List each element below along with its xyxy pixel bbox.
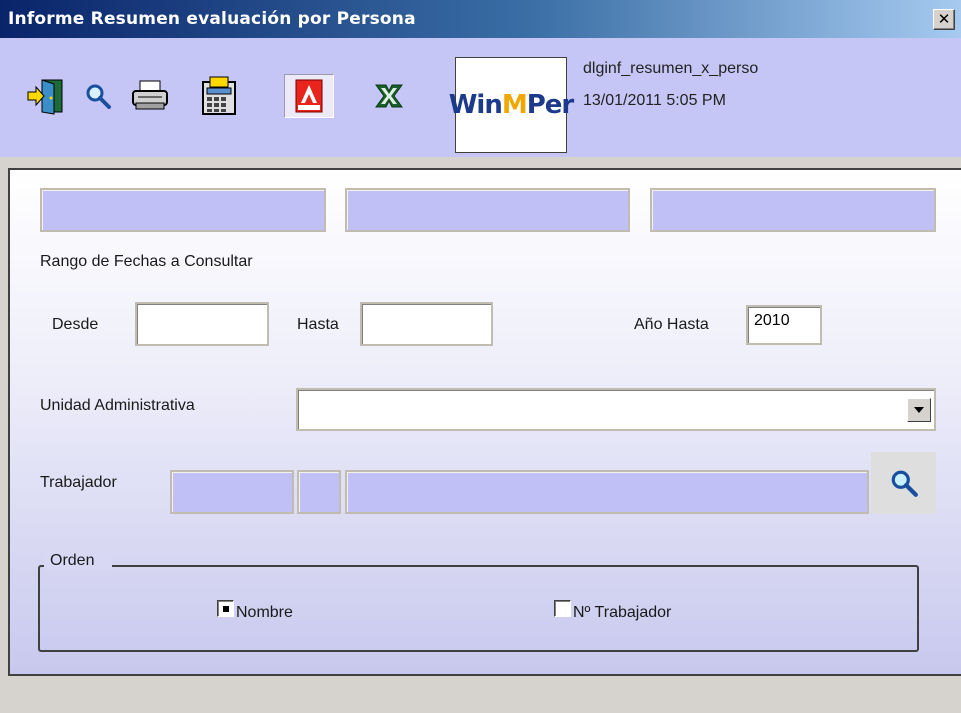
header-field-2 (345, 188, 630, 232)
search-icon[interactable] (80, 74, 116, 118)
header-field-1 (40, 188, 326, 232)
search-trabajador-button[interactable] (871, 452, 936, 514)
excel-icon[interactable] (370, 74, 408, 118)
desde-label: Desde (52, 316, 99, 333)
anio-hasta-label: Año Hasta (634, 316, 709, 333)
radio-selected-dot (223, 606, 229, 612)
adobe-pdf-icon[interactable] (284, 74, 334, 118)
date-range-label: Rango de Fechas a Consultar (40, 253, 253, 270)
logo-text-win: Win (448, 90, 503, 120)
printer-icon[interactable] (126, 74, 174, 118)
anio-hasta-input[interactable]: 2010 (746, 305, 822, 345)
logo-text-m: M (501, 90, 528, 120)
radio-nombre[interactable] (217, 600, 234, 617)
trabajador-label: Trabajador (40, 474, 117, 491)
header-field-3 (650, 188, 936, 232)
desde-input[interactable] (135, 302, 269, 346)
close-icon: ✕ (937, 10, 951, 28)
radio-numero-trabajador-label[interactable]: Nº Trabajador (573, 604, 671, 622)
hasta-input[interactable] (360, 302, 493, 346)
radio-nombre-label[interactable]: Nombre (236, 604, 293, 622)
unidad-dropdown[interactable] (296, 388, 936, 431)
trabajador-code-field (170, 470, 294, 514)
status-bar (0, 678, 961, 713)
calculator-icon[interactable] (196, 74, 242, 118)
radio-numero-trabajador[interactable] (554, 600, 571, 617)
form-name: dlginf_resumen_x_perso (583, 60, 759, 77)
winper-logo: WinMPer (449, 57, 574, 153)
trabajador-dv-field (297, 470, 341, 514)
title-bar: Informe Resumen evaluación por Persona ✕ (0, 0, 961, 38)
chevron-down-icon[interactable] (907, 398, 931, 422)
orden-legend: Orden (44, 552, 113, 570)
trabajador-name-field (345, 470, 869, 514)
hasta-label: Hasta (297, 316, 339, 333)
exit-icon[interactable] (24, 74, 68, 118)
search-icon (891, 470, 918, 497)
unidad-label: Unidad Administrativa (40, 397, 195, 414)
close-button[interactable]: ✕ (933, 9, 955, 30)
timestamp: 13/01/2011 5:05 PM (583, 92, 726, 109)
window-title: Informe Resumen evaluación por Persona (8, 9, 416, 29)
logo-text-per: Per (526, 90, 575, 120)
orden-groupbox (38, 565, 919, 652)
